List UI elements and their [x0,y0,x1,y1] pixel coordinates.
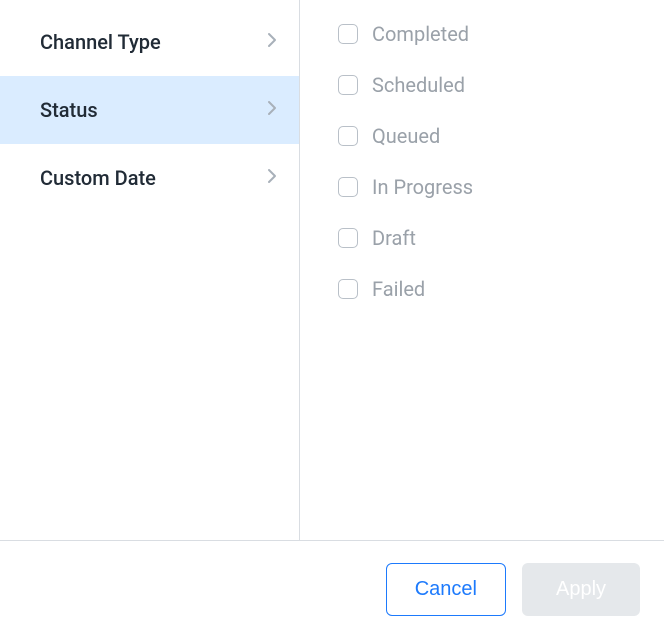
option-label: Queued [372,124,440,148]
option-label: In Progress [372,175,473,199]
option-label: Completed [372,22,469,46]
checkbox-failed[interactable] [338,279,358,299]
option-label: Scheduled [372,73,465,97]
filter-panel-body: Channel Type Status Custom Date Complete… [0,0,664,540]
status-options-list: Completed Scheduled Queued In Progress D… [300,0,664,540]
sidebar-item-label: Status [40,98,98,122]
chevron-right-icon [267,168,277,188]
option-in-progress[interactable]: In Progress [338,175,640,199]
apply-button[interactable]: Apply [522,563,640,616]
filter-panel-footer: Cancel Apply [0,540,664,638]
sidebar-item-label: Custom Date [40,166,156,190]
filter-category-sidebar: Channel Type Status Custom Date [0,0,300,540]
sidebar-item-status[interactable]: Status [0,76,299,144]
option-queued[interactable]: Queued [338,124,640,148]
sidebar-item-label: Channel Type [40,30,161,54]
option-label: Failed [372,277,425,301]
checkbox-queued[interactable] [338,126,358,146]
option-failed[interactable]: Failed [338,277,640,301]
option-scheduled[interactable]: Scheduled [338,73,640,97]
chevron-right-icon [267,32,277,52]
chevron-right-icon [267,100,277,120]
checkbox-completed[interactable] [338,24,358,44]
option-completed[interactable]: Completed [338,22,640,46]
option-draft[interactable]: Draft [338,226,640,250]
sidebar-item-channel-type[interactable]: Channel Type [0,8,299,76]
cancel-button[interactable]: Cancel [386,563,506,616]
checkbox-in-progress[interactable] [338,177,358,197]
checkbox-draft[interactable] [338,228,358,248]
option-label: Draft [372,226,416,250]
checkbox-scheduled[interactable] [338,75,358,95]
sidebar-item-custom-date[interactable]: Custom Date [0,144,299,212]
